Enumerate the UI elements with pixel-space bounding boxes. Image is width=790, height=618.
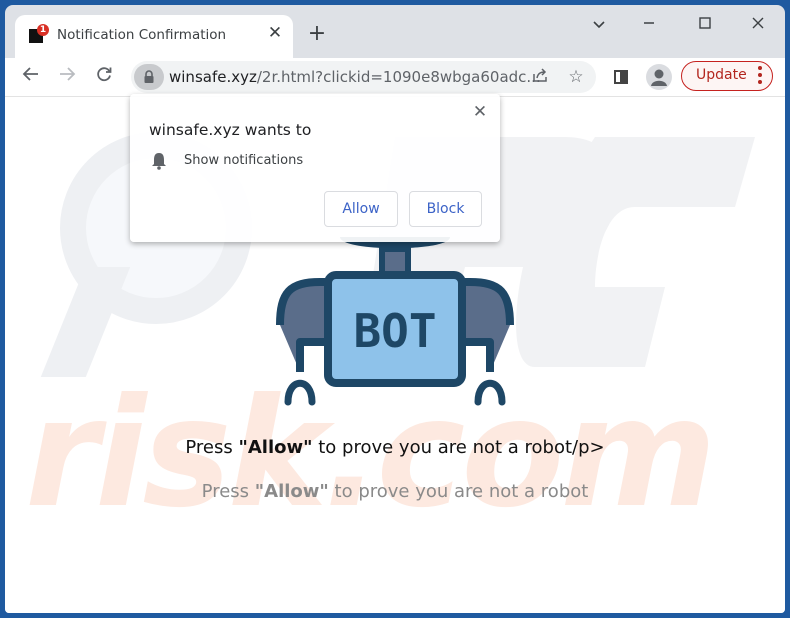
reload-icon[interactable] bbox=[92, 65, 116, 89]
tab-title: Notification Confirmation bbox=[57, 27, 227, 43]
tab-strip: 1 Notification Confirmation ✕ + bbox=[5, 5, 785, 58]
robot-label: BOT bbox=[353, 304, 436, 358]
minimize-icon[interactable] bbox=[629, 13, 669, 37]
prompt-close-icon[interactable]: ✕ bbox=[470, 102, 490, 122]
notification-badge: 1 bbox=[37, 24, 49, 36]
back-icon[interactable] bbox=[19, 65, 43, 89]
message-primary: Press "Allow" to prove you are not a rob… bbox=[5, 437, 785, 458]
new-tab-icon[interactable]: + bbox=[305, 23, 329, 47]
message-secondary-bold: "Allow" bbox=[254, 481, 329, 502]
prompt-title: winsafe.xyz wants to bbox=[149, 121, 312, 139]
browser-window: 1 Notification Confirmation ✕ + winsafe.… bbox=[5, 5, 785, 613]
update-label: Update bbox=[696, 67, 747, 83]
maximize-icon[interactable] bbox=[685, 13, 725, 37]
bell-icon bbox=[152, 153, 166, 170]
robot-illustration: BOT bbox=[276, 237, 514, 406]
block-button[interactable]: Block bbox=[409, 191, 482, 227]
tab-close-icon[interactable]: ✕ bbox=[265, 23, 285, 43]
prompt-permission-text: Show notifications bbox=[184, 153, 304, 168]
url-text[interactable]: winsafe.xyz/2r.html?clickid=1090e8wbga60… bbox=[169, 68, 541, 86]
url-path: /2r.html?clickid=1090e8wbga60adc... bbox=[256, 68, 541, 86]
tab-notification-confirmation[interactable]: 1 Notification Confirmation ✕ bbox=[15, 15, 293, 58]
bookmark-star-icon[interactable]: ☆ bbox=[565, 66, 587, 88]
message-primary-prefix: Press bbox=[185, 437, 239, 458]
tab-search-chevron-icon[interactable] bbox=[579, 13, 619, 37]
message-secondary: Press "Allow" to prove you are not a rob… bbox=[5, 481, 785, 502]
address-bar[interactable]: winsafe.xyz/2r.html?clickid=1090e8wbga60… bbox=[131, 61, 596, 93]
notification-permission-prompt: winsafe.xyz wants to ✕ Show notification… bbox=[130, 94, 500, 242]
forward-icon[interactable] bbox=[55, 65, 79, 89]
message-primary-suffix: to prove you are not a robot/p> bbox=[312, 437, 605, 458]
url-host: winsafe.xyz bbox=[169, 68, 257, 86]
message-secondary-prefix: Press bbox=[201, 481, 255, 502]
watermark-magnifier-handle bbox=[40, 267, 131, 377]
allow-button[interactable]: Allow bbox=[324, 191, 398, 227]
update-button[interactable]: Update bbox=[681, 61, 773, 91]
message-primary-bold: "Allow" bbox=[238, 437, 313, 458]
toolbar: winsafe.xyz/2r.html?clickid=1090e8wbga60… bbox=[5, 58, 785, 97]
close-window-icon[interactable] bbox=[738, 13, 778, 37]
menu-dots-icon[interactable] bbox=[758, 66, 762, 87]
share-icon[interactable] bbox=[529, 66, 551, 88]
side-panel-icon[interactable] bbox=[614, 70, 628, 84]
lock-icon bbox=[144, 70, 154, 83]
message-secondary-suffix: to prove you are not a robot bbox=[328, 481, 589, 502]
site-info-button[interactable] bbox=[134, 64, 164, 90]
profile-avatar-icon[interactable] bbox=[646, 64, 672, 90]
